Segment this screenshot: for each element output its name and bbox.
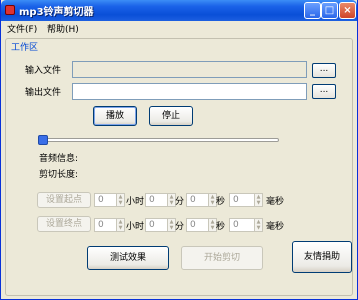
spin-arrows-icon[interactable]: ▲ ▼ [167, 194, 175, 206]
set-start-button[interactable]: 设置起点 [37, 192, 91, 208]
start-minutes-spinner[interactable]: 0 ▲ ▼ [145, 193, 176, 207]
seconds-unit: 秒 [216, 222, 226, 232]
donate-button[interactable]: 友情捐助 [292, 241, 352, 273]
set-end-button[interactable]: 设置终点 [37, 216, 91, 232]
spin-arrows-icon[interactable]: ▲ ▼ [208, 219, 216, 231]
playback-slider-track[interactable] [43, 138, 279, 142]
playback-slider-thumb[interactable] [38, 135, 48, 145]
minimize-button[interactable]: _ [304, 2, 321, 19]
start-hours-spinner[interactable]: 0 ▲ ▼ [94, 193, 125, 207]
end-ms-spinner[interactable]: 0 ▲ ▼ [229, 218, 263, 232]
ms-unit: 毫秒 [266, 197, 285, 207]
output-browse-button[interactable]: ... [312, 84, 336, 99]
cut-length-label: 剪切长度: [39, 170, 79, 180]
title-bar[interactable]: mp3铃声剪切器 _ □ × [1, 0, 357, 21]
input-file-field[interactable] [72, 61, 307, 78]
spin-arrows-icon[interactable]: ▲ ▼ [167, 219, 175, 231]
end-minutes-value: 0 [149, 220, 155, 230]
end-seconds-spinner[interactable]: 0 ▲ ▼ [186, 218, 217, 232]
start-ms-spinner[interactable]: 0 ▲ ▼ [229, 193, 263, 207]
start-ms-value: 0 [233, 195, 239, 205]
hours-unit: 小时 [126, 222, 145, 232]
spin-arrows-icon[interactable]: ▲ ▼ [116, 194, 124, 206]
menu-help[interactable]: 帮助(H) [47, 22, 79, 35]
workspace-title: 工作区 [9, 40, 41, 53]
spin-arrows-icon[interactable]: ▲ ▼ [116, 219, 124, 231]
output-file-field[interactable] [72, 83, 307, 100]
minutes-unit: 分 [175, 222, 185, 232]
output-file-label: 输出文件 [25, 88, 62, 98]
test-effect-button[interactable]: 测试效果 [87, 246, 169, 270]
window-title: mp3铃声剪切器 [19, 7, 94, 18]
seconds-unit: 秒 [216, 197, 226, 207]
end-hours-value: 0 [98, 220, 104, 230]
stop-button[interactable]: 停止 [149, 106, 193, 126]
menu-bar: 文件(F) 帮助(H) [1, 21, 357, 35]
start-cut-button[interactable]: 开始剪切 [181, 246, 263, 270]
maximize-button[interactable]: □ [321, 2, 338, 19]
play-button[interactable]: 播放 [93, 106, 137, 126]
start-seconds-value: 0 [190, 195, 196, 205]
app-icon [5, 5, 15, 15]
input-browse-button[interactable]: ... [312, 63, 336, 78]
start-seconds-spinner[interactable]: 0 ▲ ▼ [186, 193, 217, 207]
close-button[interactable]: × [339, 2, 356, 19]
start-hours-value: 0 [98, 195, 104, 205]
end-ms-value: 0 [233, 220, 239, 230]
ms-unit: 毫秒 [266, 222, 285, 232]
end-minutes-spinner[interactable]: 0 ▲ ▼ [145, 218, 176, 232]
end-seconds-value: 0 [190, 220, 196, 230]
minutes-unit: 分 [175, 197, 185, 207]
end-hours-spinner[interactable]: 0 ▲ ▼ [94, 218, 125, 232]
input-file-label: 输入文件 [25, 66, 62, 76]
spin-arrows-icon[interactable]: ▲ ▼ [254, 219, 262, 231]
start-minutes-value: 0 [149, 195, 155, 205]
spin-arrows-icon[interactable]: ▲ ▼ [208, 194, 216, 206]
app-window: mp3铃声剪切器 _ □ × 文件(F) 帮助(H) 工作区 输入文件 ... … [0, 0, 358, 300]
menu-file[interactable]: 文件(F) [7, 22, 37, 35]
hours-unit: 小时 [126, 197, 145, 207]
spin-arrows-icon[interactable]: ▲ ▼ [254, 194, 262, 206]
audio-info-label: 音频信息: [39, 154, 79, 164]
